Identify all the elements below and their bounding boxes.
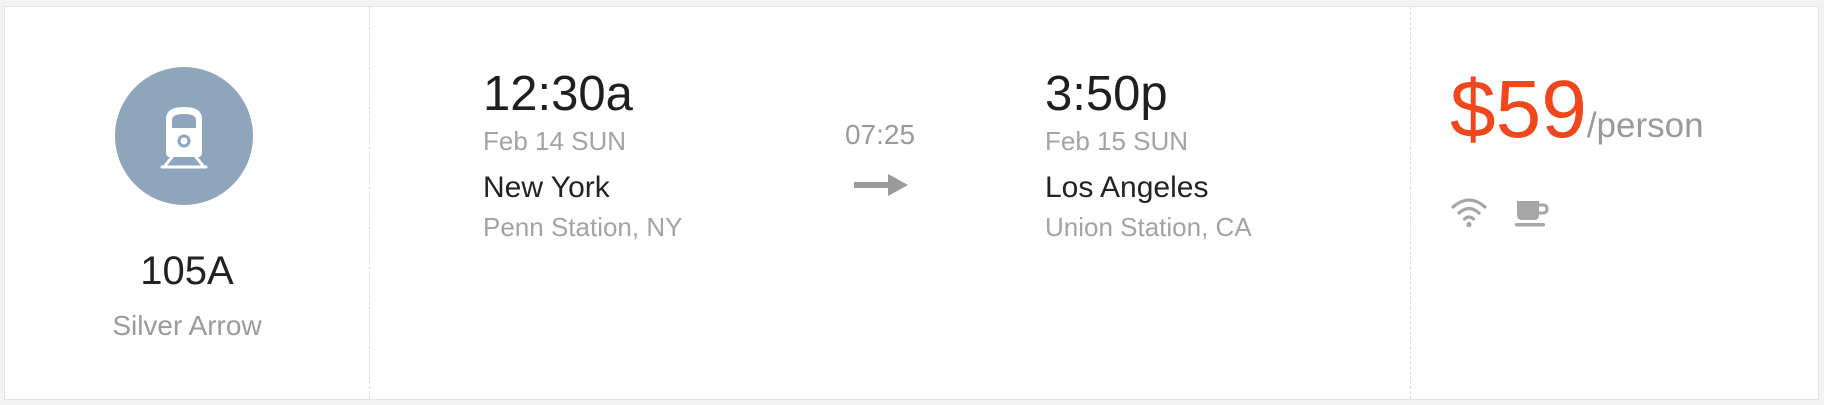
section-divider-right (1410, 7, 1411, 399)
coffee-cup-icon (1515, 201, 1549, 227)
arrival-date: Feb 15 SUN (1045, 126, 1189, 156)
departure-station: Penn Station, NY (483, 212, 683, 242)
price: $59/person (1450, 69, 1704, 151)
wifi-icon (1451, 198, 1487, 228)
departure-time: 12:30a (483, 67, 633, 121)
price-value: $59 (1450, 64, 1587, 155)
arrival-time: 3:50p (1045, 67, 1168, 121)
train-icon (115, 67, 253, 205)
arrival-station: Union Station, CA (1045, 212, 1252, 242)
departure-city: New York (483, 171, 610, 204)
arrival-city: Los Angeles (1045, 171, 1209, 204)
price-unit: /person (1586, 106, 1704, 145)
departure-date: Feb 14 SUN (483, 126, 627, 156)
arrow-right-icon (854, 174, 908, 196)
trip-duration: 07:25 (844, 119, 916, 150)
section-divider-left (369, 7, 370, 399)
train-number: 105A (140, 249, 234, 293)
train-result-card[interactable]: 105A Silver Arrow 12:30a Feb 14 SUN New … (4, 6, 1819, 400)
train-name: Silver Arrow (112, 310, 262, 341)
